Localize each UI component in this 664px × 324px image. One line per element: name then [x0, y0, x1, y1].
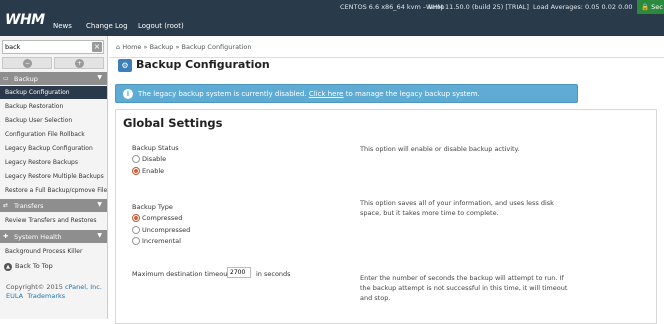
secure-label: Sec: [651, 3, 663, 11]
type-compressed-radio[interactable]: [132, 214, 140, 222]
type-incremental-radio[interactable]: [132, 237, 140, 245]
sidebar-item-review-transfers[interactable]: Review Transfers and Restores: [0, 214, 107, 227]
cpanel-link[interactable]: cPanel, Inc.: [65, 283, 102, 291]
plus-icon: +: [75, 59, 84, 68]
section-system-health-label: System Health: [14, 233, 62, 241]
sidebar-item-backup-restoration[interactable]: Backup Restoration: [0, 100, 107, 113]
legacy-click-here-link[interactable]: Click here: [309, 90, 344, 98]
secure-badge: 🔒 Sec: [637, 0, 664, 14]
eula-link[interactable]: EULA: [6, 292, 23, 300]
sidebar-item-legacy-restore-multiple[interactable]: Legacy Restore Multiple Backups: [0, 170, 107, 183]
backup-config-icon: ⚙: [118, 59, 132, 72]
main-content: ⌂ Home » Backup » Backup Configuration ⚙…: [109, 36, 664, 324]
lock-icon: 🔒: [641, 3, 650, 11]
alert-text-end: to manage the legacy backup system.: [345, 90, 480, 98]
section-backup-label: Backup: [14, 75, 38, 83]
transfer-icon: ⇄: [3, 202, 9, 209]
status-disable-radio[interactable]: [132, 155, 140, 163]
global-settings-panel: Global Settings Backup Status Disable En…: [115, 109, 657, 324]
backup-type-label: Backup Type: [132, 203, 173, 211]
sidebar-item-backup-user-selection[interactable]: Backup User Selection: [0, 114, 107, 127]
breadcrumb-separator: »: [143, 43, 148, 51]
type-uncompressed-radio[interactable]: [132, 226, 140, 234]
timeout-description: Enter the number of seconds the backup w…: [360, 274, 568, 302]
search-input[interactable]: [3, 41, 89, 53]
global-settings-title: Global Settings: [123, 116, 223, 130]
collapse-all-button[interactable]: −: [2, 57, 52, 69]
nav-news[interactable]: News: [53, 22, 72, 30]
chevron-down-icon: ▼: [97, 232, 102, 239]
back-to-top-link[interactable]: ▲ Back To Top: [0, 260, 107, 273]
alert-text: The legacy backup system is currently di…: [138, 90, 307, 98]
expand-all-button[interactable]: +: [54, 57, 104, 69]
status-enable-radio[interactable]: [132, 167, 140, 175]
trademarks-link[interactable]: Trademarks: [27, 292, 65, 300]
section-system-health[interactable]: ✚ System Health ▼: [0, 230, 107, 243]
backup-status-description: This option will enable or disable backu…: [360, 145, 520, 153]
section-transfers[interactable]: ⇄ Transfers ▼: [0, 199, 107, 212]
legacy-alert: i The legacy backup system is currently …: [115, 84, 578, 103]
sidebar: × − + ▭ Backup ▼ Backup Configuration Ba…: [0, 36, 108, 319]
version-info: WHM 11.50.0 (build 25) [TRIAL]: [426, 3, 529, 11]
page-title: Backup Configuration: [136, 58, 270, 71]
copyright: Copyright© 2015 cPanel, Inc. EULA Tradem…: [6, 283, 102, 301]
arrow-up-icon: ▲: [4, 263, 12, 271]
whm-logo: WHM: [5, 12, 45, 28]
status-disable-label: Disable: [142, 155, 167, 163]
breadcrumb-separator: »: [175, 43, 180, 51]
status-enable-label: Enable: [142, 167, 165, 175]
load-averages: Load Averages: 0.05 0.02 0.00: [533, 3, 633, 11]
info-icon: i: [123, 89, 133, 99]
backup-icon: ▭: [3, 75, 9, 82]
timeout-label: Maximum destination timeout: [132, 270, 230, 278]
type-incremental-label: Incremental: [142, 237, 181, 245]
section-transfers-label: Transfers: [14, 202, 44, 210]
section-backup[interactable]: ▭ Backup ▼: [0, 72, 107, 85]
sidebar-item-background-process-killer[interactable]: Background Process Killer: [0, 245, 107, 258]
minus-icon: −: [23, 59, 32, 68]
sidebar-pager: − +: [2, 57, 104, 69]
clear-search-icon[interactable]: ×: [92, 42, 102, 52]
nav-change-log[interactable]: Change Log: [86, 22, 128, 30]
type-compressed-label: Compressed: [142, 214, 183, 222]
sidebar-item-legacy-backup-configuration[interactable]: Legacy Backup Configuration: [0, 142, 107, 155]
back-to-top-label: Back To Top: [15, 262, 53, 270]
chevron-down-icon: ▼: [97, 201, 102, 208]
timeout-unit: in seconds: [256, 270, 291, 278]
breadcrumb-home[interactable]: Home: [122, 43, 141, 51]
sidebar-item-config-file-rollback[interactable]: Configuration File Rollback: [0, 128, 107, 141]
timeout-input[interactable]: [227, 267, 251, 278]
breadcrumb-backup[interactable]: Backup: [150, 43, 174, 51]
breadcrumb-current: Backup Configuration: [181, 43, 252, 51]
backup-type-description: This option saves all of your informatio…: [360, 199, 554, 217]
search-box: ×: [2, 40, 104, 54]
chevron-down-icon: ▼: [97, 74, 102, 81]
health-icon: ✚: [3, 233, 9, 240]
sidebar-item-legacy-restore-backups[interactable]: Legacy Restore Backups: [0, 156, 107, 169]
top-bar: WHM News Change Log Logout (root) CENTOS…: [0, 0, 664, 36]
sidebar-item-backup-configuration[interactable]: Backup Configuration: [0, 86, 107, 99]
type-uncompressed-label: Uncompressed: [142, 226, 191, 234]
backup-status-label: Backup Status: [132, 144, 179, 152]
breadcrumb: ⌂ Home » Backup » Backup Configuration: [109, 36, 664, 58]
copyright-text: Copyright© 2015: [6, 283, 63, 291]
nav-logout[interactable]: Logout (root): [138, 22, 184, 30]
home-icon: ⌂: [116, 43, 121, 51]
sidebar-item-restore-full-backup[interactable]: Restore a Full Backup/cpmove File: [0, 184, 107, 197]
